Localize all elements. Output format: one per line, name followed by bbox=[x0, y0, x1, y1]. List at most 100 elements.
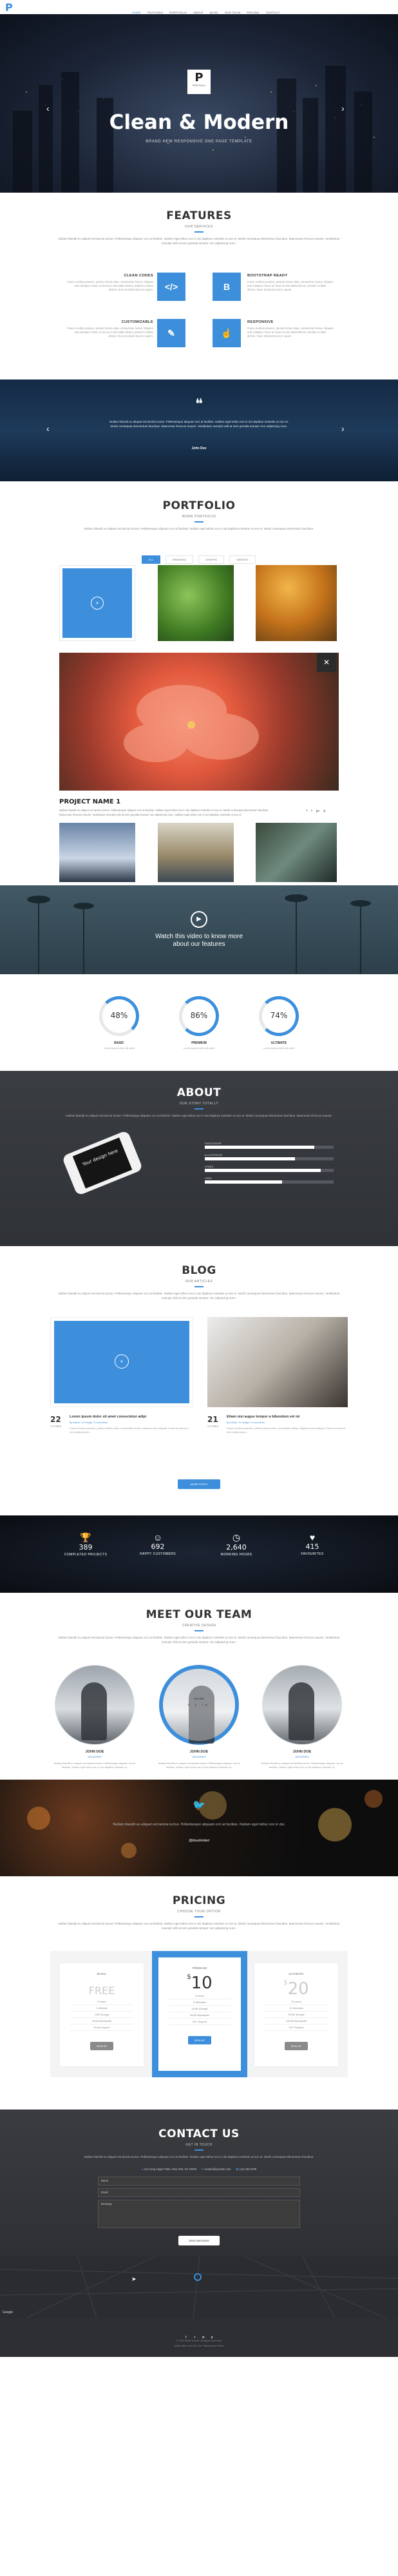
phone-icon: ☎ bbox=[235, 2167, 239, 2171]
map-section[interactable]: ➤ Google bbox=[0, 2256, 398, 2318]
share-icon-3[interactable]: p bbox=[323, 809, 325, 813]
project-share: f t g+ p bbox=[303, 803, 325, 815]
email-field[interactable]: Email bbox=[98, 2188, 300, 2197]
bootstrap-icon: B bbox=[213, 273, 241, 301]
post-title[interactable]: Etiam nisi augue tempor a bibendum vel m… bbox=[227, 1415, 349, 1419]
skill-bar-track bbox=[205, 1169, 334, 1172]
bokeh-image bbox=[27, 1790, 383, 1858]
logo[interactable]: P bbox=[5, 1, 13, 14]
share-icon-1[interactable]: t bbox=[311, 809, 312, 813]
team-section: MEET OUR TEAM CREATIVE DESIGN Nullam bla… bbox=[0, 1593, 398, 1780]
wrench-icon: ✎ bbox=[157, 319, 185, 347]
filter-branding[interactable]: BRANDING bbox=[166, 555, 194, 564]
hero: ‹ › P PORTFOLIO Clean & Modern BRAND NEW… bbox=[0, 14, 398, 193]
plan-signup-button[interactable]: SIGN UP bbox=[187, 2036, 212, 2044]
contact-sub: GET IN TOUCH bbox=[185, 2143, 213, 2147]
feature-title: BOOTSTRAP READY bbox=[247, 274, 288, 278]
pricing-plan: BASIC FREE 5 Users 1 Website 1GB Storage 20GB… bbox=[59, 1963, 144, 2067]
feature-3: RESPONSIVE Fusce a tellus posuere, pretiu… bbox=[247, 320, 334, 338]
member-name: JOHN DOE bbox=[292, 1750, 312, 1754]
portfolio-item-3[interactable] bbox=[256, 565, 337, 641]
contact-divider bbox=[194, 2149, 204, 2151]
skill-desc: Lorem ipsum dolor sit amet bbox=[103, 1046, 135, 1050]
navbar: P HOME FEATURES PORTFOLIO ABOUT BLOG OUR TEAM… bbox=[0, 0, 398, 14]
post-desc: Fusce a tellus posuere, pretium lectus v… bbox=[227, 1427, 346, 1434]
city-skyline-image bbox=[13, 66, 375, 193]
tweet-text: Nullam blandit eu aliquet est lacinia lu… bbox=[113, 1823, 285, 1827]
plan-name: PREMIUM bbox=[192, 1966, 207, 1970]
footer-copyright: © 2014 Neat Theme. All rights reserved. bbox=[176, 2339, 222, 2342]
plan-feature: Email Support bbox=[70, 2024, 133, 2031]
blog-post-image-1[interactable]: + bbox=[50, 1317, 193, 1407]
portfolio-item-1[interactable]: + bbox=[59, 565, 135, 641]
send-message-button[interactable]: SEND MESSAGE bbox=[178, 2236, 220, 2245]
skill-desc: Lorem ipsum dolor sit amet bbox=[263, 1046, 295, 1050]
play-button[interactable]: ▶ bbox=[191, 911, 207, 928]
zoom-icon: + bbox=[91, 597, 104, 610]
hero-badge: P PORTFOLIO bbox=[187, 70, 211, 94]
quote-next-arrow[interactable]: › bbox=[341, 423, 345, 434]
quote-prev-arrow[interactable]: ‹ bbox=[46, 423, 50, 434]
person-silhouette bbox=[81, 1682, 107, 1740]
feature-title: RESPONSIVE bbox=[247, 320, 274, 324]
member-role: DESIGNER bbox=[88, 1755, 102, 1758]
hero-badge-letter: P bbox=[194, 71, 204, 84]
blog-post-image-2[interactable] bbox=[207, 1317, 348, 1407]
member-photo[interactable] bbox=[262, 1665, 342, 1745]
plan-amount: 20 bbox=[287, 1979, 309, 1999]
preview-close-button[interactable]: ✕ bbox=[317, 653, 336, 672]
post-desc: Fusce a tellus posuere, pretium lectus v… bbox=[70, 1427, 189, 1434]
features-section: FEATURES OUR SERVICES Nullam blandit eu … bbox=[0, 193, 398, 380]
share-icon-2[interactable]: g+ bbox=[316, 809, 320, 813]
team-member: JOHN DOE DESIGNER Nullam blandit eu alique… bbox=[258, 1665, 346, 1769]
member-photo[interactable]: SHARE f t in bbox=[159, 1665, 239, 1745]
member-social-icons[interactable]: f t in bbox=[163, 1704, 235, 1707]
stat-item: ☺ 692 HAPPY CUSTOMERS bbox=[129, 1532, 187, 1556]
plan-signup-button[interactable]: SIGN UP bbox=[284, 2042, 308, 2050]
message-field[interactable]: Message bbox=[98, 2200, 300, 2228]
portfolio-item-4[interactable] bbox=[59, 823, 135, 882]
phone-mockup: Your design here bbox=[61, 1129, 144, 1197]
footer-credit: Made With Love By The Themestorm Team bbox=[174, 2344, 224, 2347]
stat-item: ◷ 2,640 WORKING HOURS bbox=[207, 1532, 265, 1557]
plan-signup-button[interactable]: SIGN UP bbox=[90, 2042, 114, 2050]
skill-ring: 48% bbox=[99, 996, 139, 1036]
feature-desc: Fusce a tellus posuere, pretium lectus v… bbox=[247, 280, 334, 291]
team-member: SHARE f t in JOHN DOE DESIGNER Nullam blandi… bbox=[155, 1665, 243, 1769]
name-field[interactable]: Name bbox=[98, 2177, 300, 2186]
portfolio-preview-image bbox=[59, 653, 339, 791]
filter-all[interactable]: ALL bbox=[142, 555, 161, 564]
map-marker-icon[interactable] bbox=[194, 2273, 202, 2281]
post-title[interactable]: Lorem ipsum dolor sit amet consectetur a… bbox=[70, 1415, 192, 1419]
portfolio-item-6[interactable] bbox=[256, 823, 337, 882]
feature-2: CUSTOMIZABLE Fusce a tellus posuere, pret… bbox=[67, 320, 153, 338]
trophy-icon: 🏆 bbox=[80, 1532, 91, 1543]
plan-name: ULTIMATE bbox=[289, 1972, 304, 1975]
nav-menu: HOME FEATURES PORTFOLIO ABOUT BLOG OUR TEAM PR… bbox=[129, 5, 283, 14]
skill-bar-fill bbox=[205, 1169, 321, 1172]
portfolio-sub: WORK PORTFOLIO bbox=[182, 515, 216, 519]
member-photo[interactable] bbox=[55, 1665, 135, 1745]
map-roads bbox=[0, 2256, 398, 2318]
pricing-title: PRICING bbox=[172, 1894, 226, 1907]
skill-ring: 74% bbox=[259, 996, 299, 1036]
video-text: Watch this video to know more about our … bbox=[155, 933, 243, 948]
stat-label: HAPPY CUSTOMERS bbox=[139, 1552, 176, 1556]
stat-item: 🏆 389 COMPLETED PROJECTS bbox=[57, 1532, 115, 1557]
skill-name: ULTIMATE bbox=[270, 1041, 287, 1045]
person-silhouette bbox=[289, 1682, 314, 1740]
plan-feature: 12 Websites bbox=[265, 2005, 328, 2012]
filter-graphic[interactable]: GRAPHIC bbox=[198, 555, 225, 564]
more-posts-button[interactable]: MORE POSTS bbox=[177, 1479, 221, 1489]
feature-desc: Fusce a tellus posuere, pretium lectus v… bbox=[247, 327, 334, 338]
filter-website[interactable]: WEBSITE bbox=[229, 555, 256, 564]
portfolio-item-5[interactable] bbox=[158, 823, 234, 882]
tweet-handle[interactable]: @ldsunlimited bbox=[0, 1839, 398, 1843]
footer: f t in p © 2014 Neat Theme. All rights r… bbox=[0, 2318, 398, 2357]
map-brand: Google bbox=[3, 2311, 14, 2314]
post-day: 21 bbox=[207, 1415, 218, 1424]
skill-bar-label: ILLUSTRATOR bbox=[205, 1153, 223, 1157]
hero-badge-sub: PORTFOLIO bbox=[192, 84, 206, 87]
contact-email[interactable]: contact@yoursite.com bbox=[204, 2167, 231, 2171]
portfolio-item-2[interactable] bbox=[158, 565, 234, 641]
